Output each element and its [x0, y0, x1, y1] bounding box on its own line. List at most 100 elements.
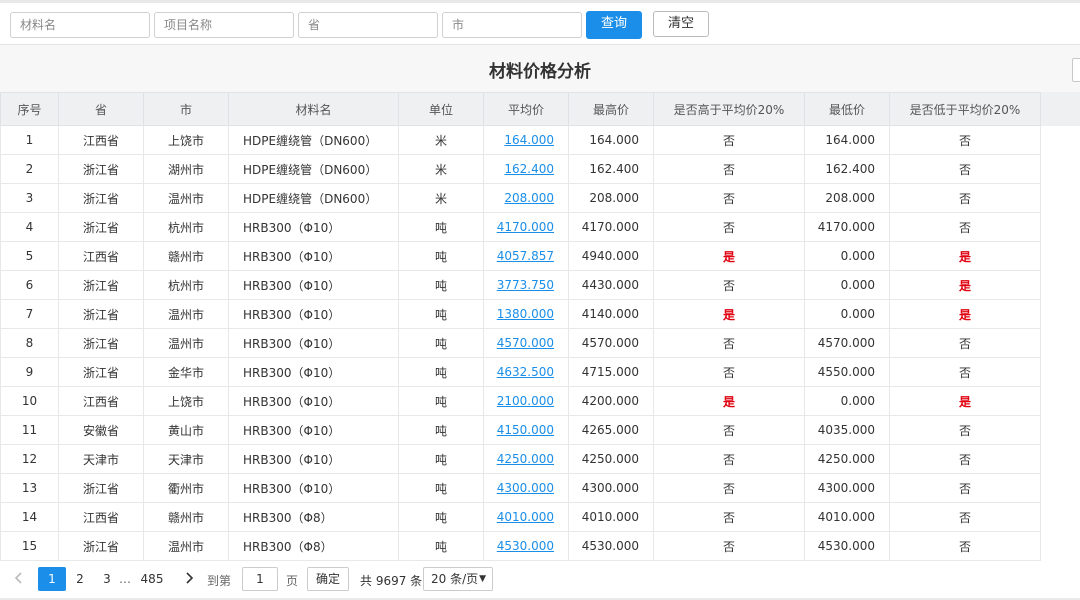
avg-price-link[interactable]: 4170.000 [497, 220, 554, 234]
project-name-input[interactable] [154, 12, 294, 38]
avg-price-link[interactable]: 162.400 [504, 162, 554, 176]
avg-price-link[interactable]: 4010.000 [497, 510, 554, 524]
cell-below-avg-text: 否 [958, 510, 971, 525]
cell-index: 4 [0, 212, 59, 242]
avg-price-link[interactable]: 4057.857 [497, 249, 554, 263]
goto-page-input[interactable] [242, 567, 278, 591]
cell-city: 湖州市 [143, 154, 229, 184]
cell-above-avg-text: 否 [722, 365, 735, 380]
confirm-goto-button[interactable]: 确定 [307, 567, 349, 591]
cell-min-price-text: 4170.000 [817, 220, 875, 234]
clear-button[interactable]: 清空 [653, 11, 709, 37]
pagination: 1 2 3 … 485 到第 页 确定 共 9697 条 20 条/页 ▼ [0, 566, 1080, 594]
cell-unit: 吨 [398, 299, 484, 329]
cell-material: HDPE缠绕管（DN600） [228, 125, 399, 155]
column-header-above-avg: 是否高于平均价20% [653, 92, 805, 126]
cell-index: 2 [0, 154, 59, 184]
avg-price-link[interactable]: 2100.000 [497, 394, 554, 408]
cell-material: HRB300（Φ10） [228, 241, 399, 271]
chevron-left-icon[interactable] [14, 570, 24, 589]
avg-price-link[interactable]: 4300.000 [497, 481, 554, 495]
cell-material-text: HRB300（Φ8） [243, 510, 333, 525]
cell-unit: 米 [398, 154, 484, 184]
cell-province-text: 浙江省 [82, 365, 119, 380]
cell-above-avg-text: 否 [722, 162, 735, 177]
cell-min-price: 4570.000 [804, 328, 890, 358]
table-row: 15 浙江省 温州市 HRB300（Φ8） 吨 4530.000 4530.000 否 4530… [0, 531, 1041, 561]
cell-min-price: 4300.000 [804, 473, 890, 503]
cell-unit-text: 吨 [434, 510, 447, 525]
cell-max-price-text: 4250.000 [581, 452, 639, 466]
cell-min-price-text: 164.000 [825, 133, 875, 147]
cell-below-avg-text: 否 [958, 336, 971, 351]
avg-price-link[interactable]: 4250.000 [497, 452, 554, 466]
cell-unit: 吨 [398, 415, 484, 445]
cell-province: 浙江省 [58, 154, 144, 184]
chevron-right-icon[interactable] [184, 570, 194, 589]
avg-price-link[interactable]: 4570.000 [497, 336, 554, 350]
cell-max-price: 4250.000 [568, 444, 654, 474]
cell-min-price: 0.000 [804, 299, 890, 329]
cell-index-text: 6 [25, 278, 34, 292]
cell-below-avg: 否 [889, 212, 1041, 242]
cell-unit: 吨 [398, 531, 484, 561]
cell-city-text: 温州市 [167, 539, 204, 554]
cell-unit-text: 吨 [434, 452, 447, 467]
avg-price-link[interactable]: 4632.500 [497, 365, 554, 379]
cell-above-avg: 否 [653, 502, 805, 532]
city-input[interactable] [442, 12, 582, 38]
page-button-3[interactable]: 3 [100, 567, 114, 591]
avg-price-link[interactable]: 164.000 [504, 133, 554, 147]
query-button[interactable]: 查询 [586, 11, 642, 39]
cell-max-price-text: 4430.000 [581, 278, 639, 292]
cell-max-price-text: 4570.000 [581, 336, 639, 350]
cell-index: 7 [0, 299, 59, 329]
cell-below-avg: 否 [889, 357, 1041, 387]
cell-avg-price: 208.000 [483, 183, 569, 213]
avg-price-link[interactable]: 1380.000 [497, 307, 554, 321]
cell-min-price-text: 4010.000 [817, 510, 875, 524]
avg-price-link[interactable]: 4150.000 [497, 423, 554, 437]
panel-action-button[interactable] [1072, 58, 1080, 82]
cell-index: 12 [0, 444, 59, 474]
province-input[interactable] [298, 12, 438, 38]
cell-unit: 吨 [398, 444, 484, 474]
cell-province-text: 江西省 [82, 133, 119, 148]
cell-avg-price: 4300.000 [483, 473, 569, 503]
cell-above-avg-text: 否 [722, 336, 735, 351]
cell-city-text: 温州市 [167, 336, 204, 351]
cell-avg-price: 4632.500 [483, 357, 569, 387]
cell-above-avg: 是 [653, 299, 805, 329]
cell-province: 江西省 [58, 502, 144, 532]
cell-avg-price: 162.400 [483, 154, 569, 184]
table-body: 1 江西省 上饶市 HDPE缠绕管（DN600）米 164.000 164.000 否 164… [0, 125, 1041, 561]
avg-price-link[interactable]: 3773.750 [497, 278, 554, 292]
page-size-select[interactable]: 20 条/页 ▼ [423, 567, 493, 591]
cell-avg-price: 4057.857 [483, 241, 569, 271]
cell-province: 浙江省 [58, 473, 144, 503]
cell-above-avg: 否 [653, 531, 805, 561]
cell-province-text: 浙江省 [82, 220, 119, 235]
cell-avg-price: 4010.000 [483, 502, 569, 532]
cell-above-avg-text: 否 [722, 510, 735, 525]
cell-city-text: 湖州市 [167, 162, 204, 177]
page-button-1[interactable]: 1 [38, 567, 66, 591]
cell-city-text: 温州市 [167, 307, 204, 322]
cell-max-price-text: 4140.000 [581, 307, 639, 321]
table-row: 2 浙江省 湖州市 HDPE缠绕管（DN600） 米 162.400 162.400 否 162… [0, 154, 1041, 184]
cell-index-text: 3 [25, 191, 34, 205]
cell-min-price: 0.000 [804, 270, 890, 300]
cell-material: HRB300（Φ10） [228, 415, 399, 445]
material-name-input[interactable] [10, 12, 150, 38]
cell-material: HRB300（Φ10） [228, 473, 399, 503]
cell-min-price-text: 4300.000 [817, 481, 875, 495]
page-button-last[interactable]: 485 [139, 567, 165, 591]
cell-avg-price: 3773.750 [483, 270, 569, 300]
page-button-2[interactable]: 2 [72, 567, 88, 591]
cell-province-text: 浙江省 [82, 307, 119, 322]
avg-price-link[interactable]: 208.000 [504, 191, 554, 205]
cell-min-price-text: 4570.000 [817, 336, 875, 350]
cell-material-text: HRB300（Φ10） [243, 220, 341, 235]
cell-max-price: 4265.000 [568, 415, 654, 445]
avg-price-link[interactable]: 4530.000 [497, 539, 554, 553]
